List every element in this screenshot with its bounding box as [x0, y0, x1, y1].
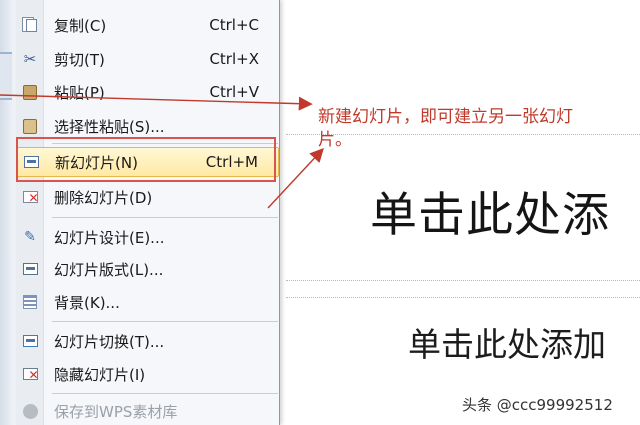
annotation-arrow-up [267, 147, 324, 209]
annotation-arrow-right [0, 94, 313, 111]
annotation-arrows [0, 94, 324, 209]
watermark: 头条 @ccc99992512 [462, 396, 613, 414]
